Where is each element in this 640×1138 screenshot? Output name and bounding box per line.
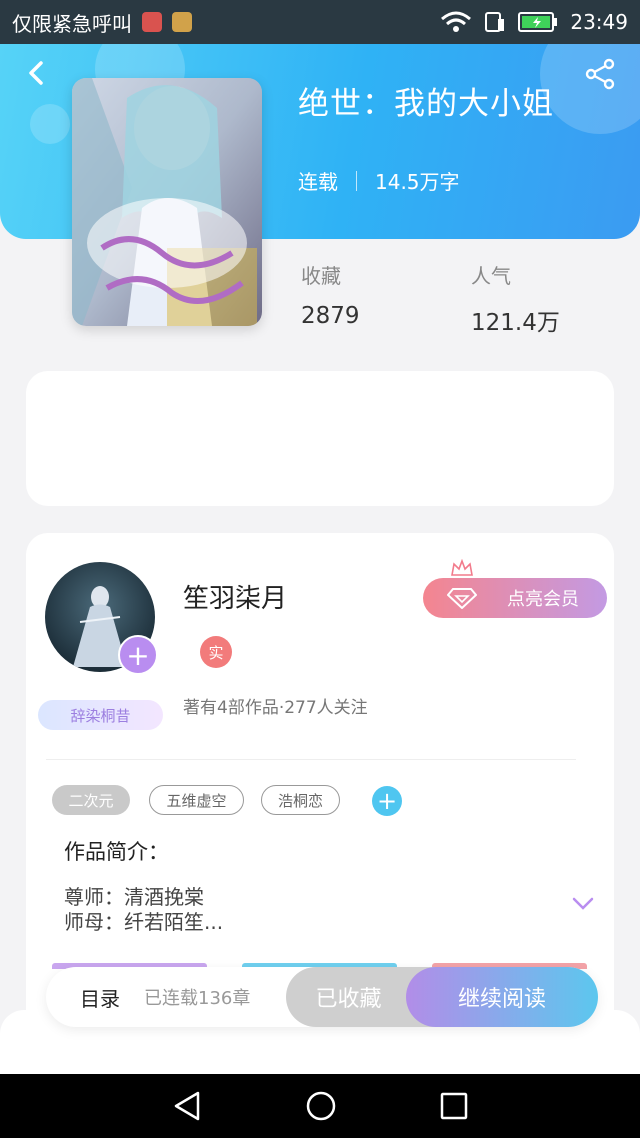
share-icon (585, 58, 615, 90)
back-button[interactable] (22, 58, 52, 88)
favorites-stat: 收藏 2879 (301, 260, 360, 329)
serial-status: 连载 (298, 170, 338, 194)
back-triangle-icon[interactable] (172, 1090, 202, 1122)
reading-action-bar: 目录 已连载136章 已收藏 继续阅读 (46, 967, 598, 1027)
meta-divider (356, 170, 357, 191)
plus-icon: + (376, 787, 398, 815)
battery-charging-icon (518, 11, 558, 33)
continue-reading-button[interactable]: 继续阅读 (406, 967, 598, 1027)
home-circle-icon[interactable] (305, 1090, 337, 1122)
chapter-count[interactable]: 已连载136章 (144, 984, 250, 1010)
hms-icon (142, 12, 162, 32)
book-title: 绝世：我的大小姐 (298, 86, 554, 122)
share-button[interactable] (584, 58, 616, 90)
system-nav-bar (0, 1074, 640, 1138)
intro-title: 作品简介： (64, 840, 169, 864)
app-icon (172, 12, 192, 32)
collected-label: 已收藏 (315, 987, 382, 1012)
chevron-down-icon[interactable] (572, 897, 594, 911)
favorites-label: 收藏 (301, 264, 341, 288)
sim-icon (484, 11, 506, 33)
add-tag-button[interactable]: + (372, 786, 402, 816)
favorites-value: 2879 (301, 303, 360, 329)
diamond-icon (447, 588, 477, 609)
follow-plus-button[interactable]: + (118, 635, 158, 675)
genre-tag[interactable]: 五维虚空 (149, 785, 244, 815)
wifi-icon (440, 11, 472, 33)
genre-tag[interactable]: 浩桐恋 (261, 785, 340, 815)
divider (46, 759, 576, 760)
vip-button-label: 点亮会员 (507, 589, 579, 610)
author-stats: 著有4部作品·277人关注 (183, 698, 368, 718)
carrier-text: 仅限紧急呼叫 (12, 11, 132, 36)
status-bar: 仅限紧急呼叫 23:49 (0, 0, 640, 44)
continue-reading-label: 继续阅读 (457, 987, 546, 1012)
chevron-left-icon (29, 61, 43, 85)
empty-card (26, 371, 614, 506)
toc-button[interactable]: 目录 (80, 983, 120, 1012)
recents-square-icon[interactable] (440, 1092, 468, 1120)
plus-icon: + (126, 638, 150, 672)
vip-button[interactable]: 点亮会员 (423, 578, 607, 618)
word-count: 14.5万字 (375, 170, 460, 194)
author-title-tag: 辞染桐昔 (38, 700, 163, 730)
popularity-value: 121.4万 (471, 310, 560, 336)
genre-tag[interactable]: 二次元 (52, 785, 130, 815)
crown-icon (451, 559, 473, 576)
author-name[interactable]: 笙羽柒月 (183, 578, 287, 615)
popularity-stat: 人气 121.4万 (471, 260, 560, 337)
intro-line: 师母：纤若陌笙... (64, 910, 224, 934)
book-meta: 连载 14.5万字 (298, 166, 460, 195)
book-cover-image[interactable] (72, 78, 262, 326)
clock: 23:49 (570, 10, 628, 34)
popularity-label: 人气 (471, 264, 511, 288)
verified-badge: 实 (200, 636, 232, 668)
